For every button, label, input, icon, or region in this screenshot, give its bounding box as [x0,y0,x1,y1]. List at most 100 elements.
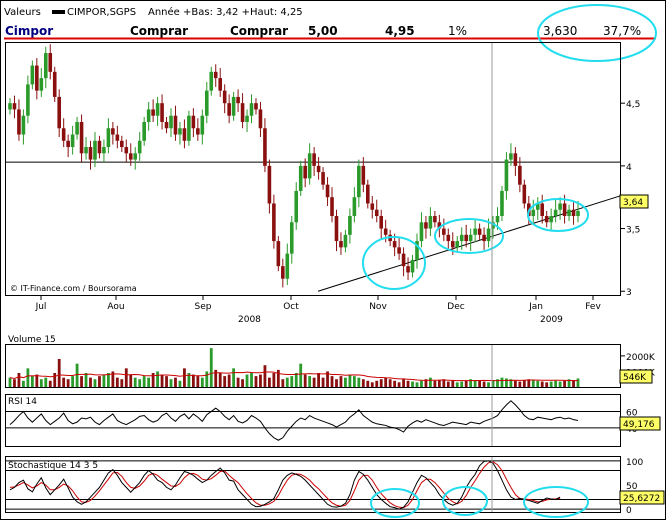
candle-body [146,109,151,122]
volume-bar [151,373,155,387]
volume-bar [200,377,204,387]
price-last-value: 3,64 [623,198,643,208]
quote-name[interactable]: Cimpor [5,24,53,38]
legend-name: CIMPOR,SGPS [67,7,136,18]
candle-body [97,140,102,154]
candle-body [428,216,433,229]
candle-body [26,84,30,116]
volume-bar [227,374,231,387]
quote-advice-1: Comprar [130,24,188,38]
candle-body [75,121,79,135]
volume-bar [232,368,236,387]
candle-body [137,140,142,154]
volume-bar [35,374,39,387]
source-credit: © IT-Finance.com / Boursorama [10,284,137,293]
candle-body [379,216,384,229]
volume-bar [129,374,133,387]
volume-bar [540,381,544,387]
candle-body [209,71,214,91]
volume-bar [147,377,151,387]
candle-body [571,209,576,217]
candle-body [410,259,415,273]
volume-bar [335,379,338,387]
volume-bar [460,381,464,387]
volume-bar [375,380,379,387]
volume-bar [379,379,383,387]
candle-body [21,115,26,135]
candle-body [231,96,236,116]
candle-body [289,222,294,254]
candle-body [406,266,410,273]
candle-body [48,53,53,72]
volume-bar [285,377,289,387]
volume-bar [26,368,30,387]
volume-bar [57,359,61,387]
stoch-last-value: 25,6272 [623,494,660,504]
volume-bar [115,377,119,387]
candle-body [240,103,245,122]
volume-bar [451,380,455,387]
candle-body [330,197,334,217]
x-tick-label: Nov [369,302,387,312]
candle-body [455,241,460,248]
candle-body [106,128,111,148]
x-tick-label: Sep [195,302,212,312]
volume-bar [39,379,43,387]
candle-body [222,90,227,104]
rsi-title: RSI 14 [8,397,37,407]
candle-body [383,228,388,235]
volume-bar [44,377,48,387]
volume-bar [142,376,146,387]
volume-bar [299,363,303,387]
candle-body [249,103,254,116]
candle-body [365,184,370,204]
volume-bar [276,369,280,387]
x-tick-label: Jan [528,302,543,312]
volume-bar [156,371,159,387]
candle-body [321,172,325,185]
x-tick-label: Aou [107,302,124,312]
volume-last-badge: 546K [619,369,653,384]
candle-body [459,234,464,242]
volume-bar [429,377,432,387]
volume-bar [98,376,101,387]
volume-tick-label: 2000K [626,353,656,363]
volume-bar [352,376,356,387]
volume-bar [433,380,437,387]
volume-bar [174,377,177,387]
stock-chart: Valeurs CIMPOR,SGPS Année +Bas: 3,42 +Ha… [0,0,666,520]
volume-bar [106,373,110,387]
candle-body [285,253,290,279]
volume-bar [209,348,213,387]
volume-bar [388,379,392,387]
quote-value-3: 3,630 [543,24,577,38]
volume-bar [312,377,316,387]
candle-body [576,211,580,217]
quote-pct-2: 37,7% [603,24,641,38]
candle-body [419,222,424,242]
candle-body [93,140,97,160]
volume-bar [464,380,468,387]
candle-body [401,253,406,267]
candle-body [446,234,451,242]
candle-body [160,103,164,122]
candle-body [281,266,285,279]
candle-body [61,128,66,141]
volume-bar [478,380,482,387]
candle-body [312,153,316,166]
volume-bar [138,379,142,387]
candle-body [258,109,263,129]
candle-body [30,65,35,85]
volume-bar [183,368,186,387]
candle-body [204,90,209,116]
candle-body [17,109,21,135]
volume-bar [124,368,128,387]
candle-body [361,165,366,185]
volume-bar [17,373,21,387]
volume-bar [250,373,253,387]
volume-bar [393,380,397,387]
price-tick-label: 4 [626,163,632,173]
volume-bar [263,365,267,387]
volume-bar [89,377,92,387]
candle-body [370,203,375,210]
